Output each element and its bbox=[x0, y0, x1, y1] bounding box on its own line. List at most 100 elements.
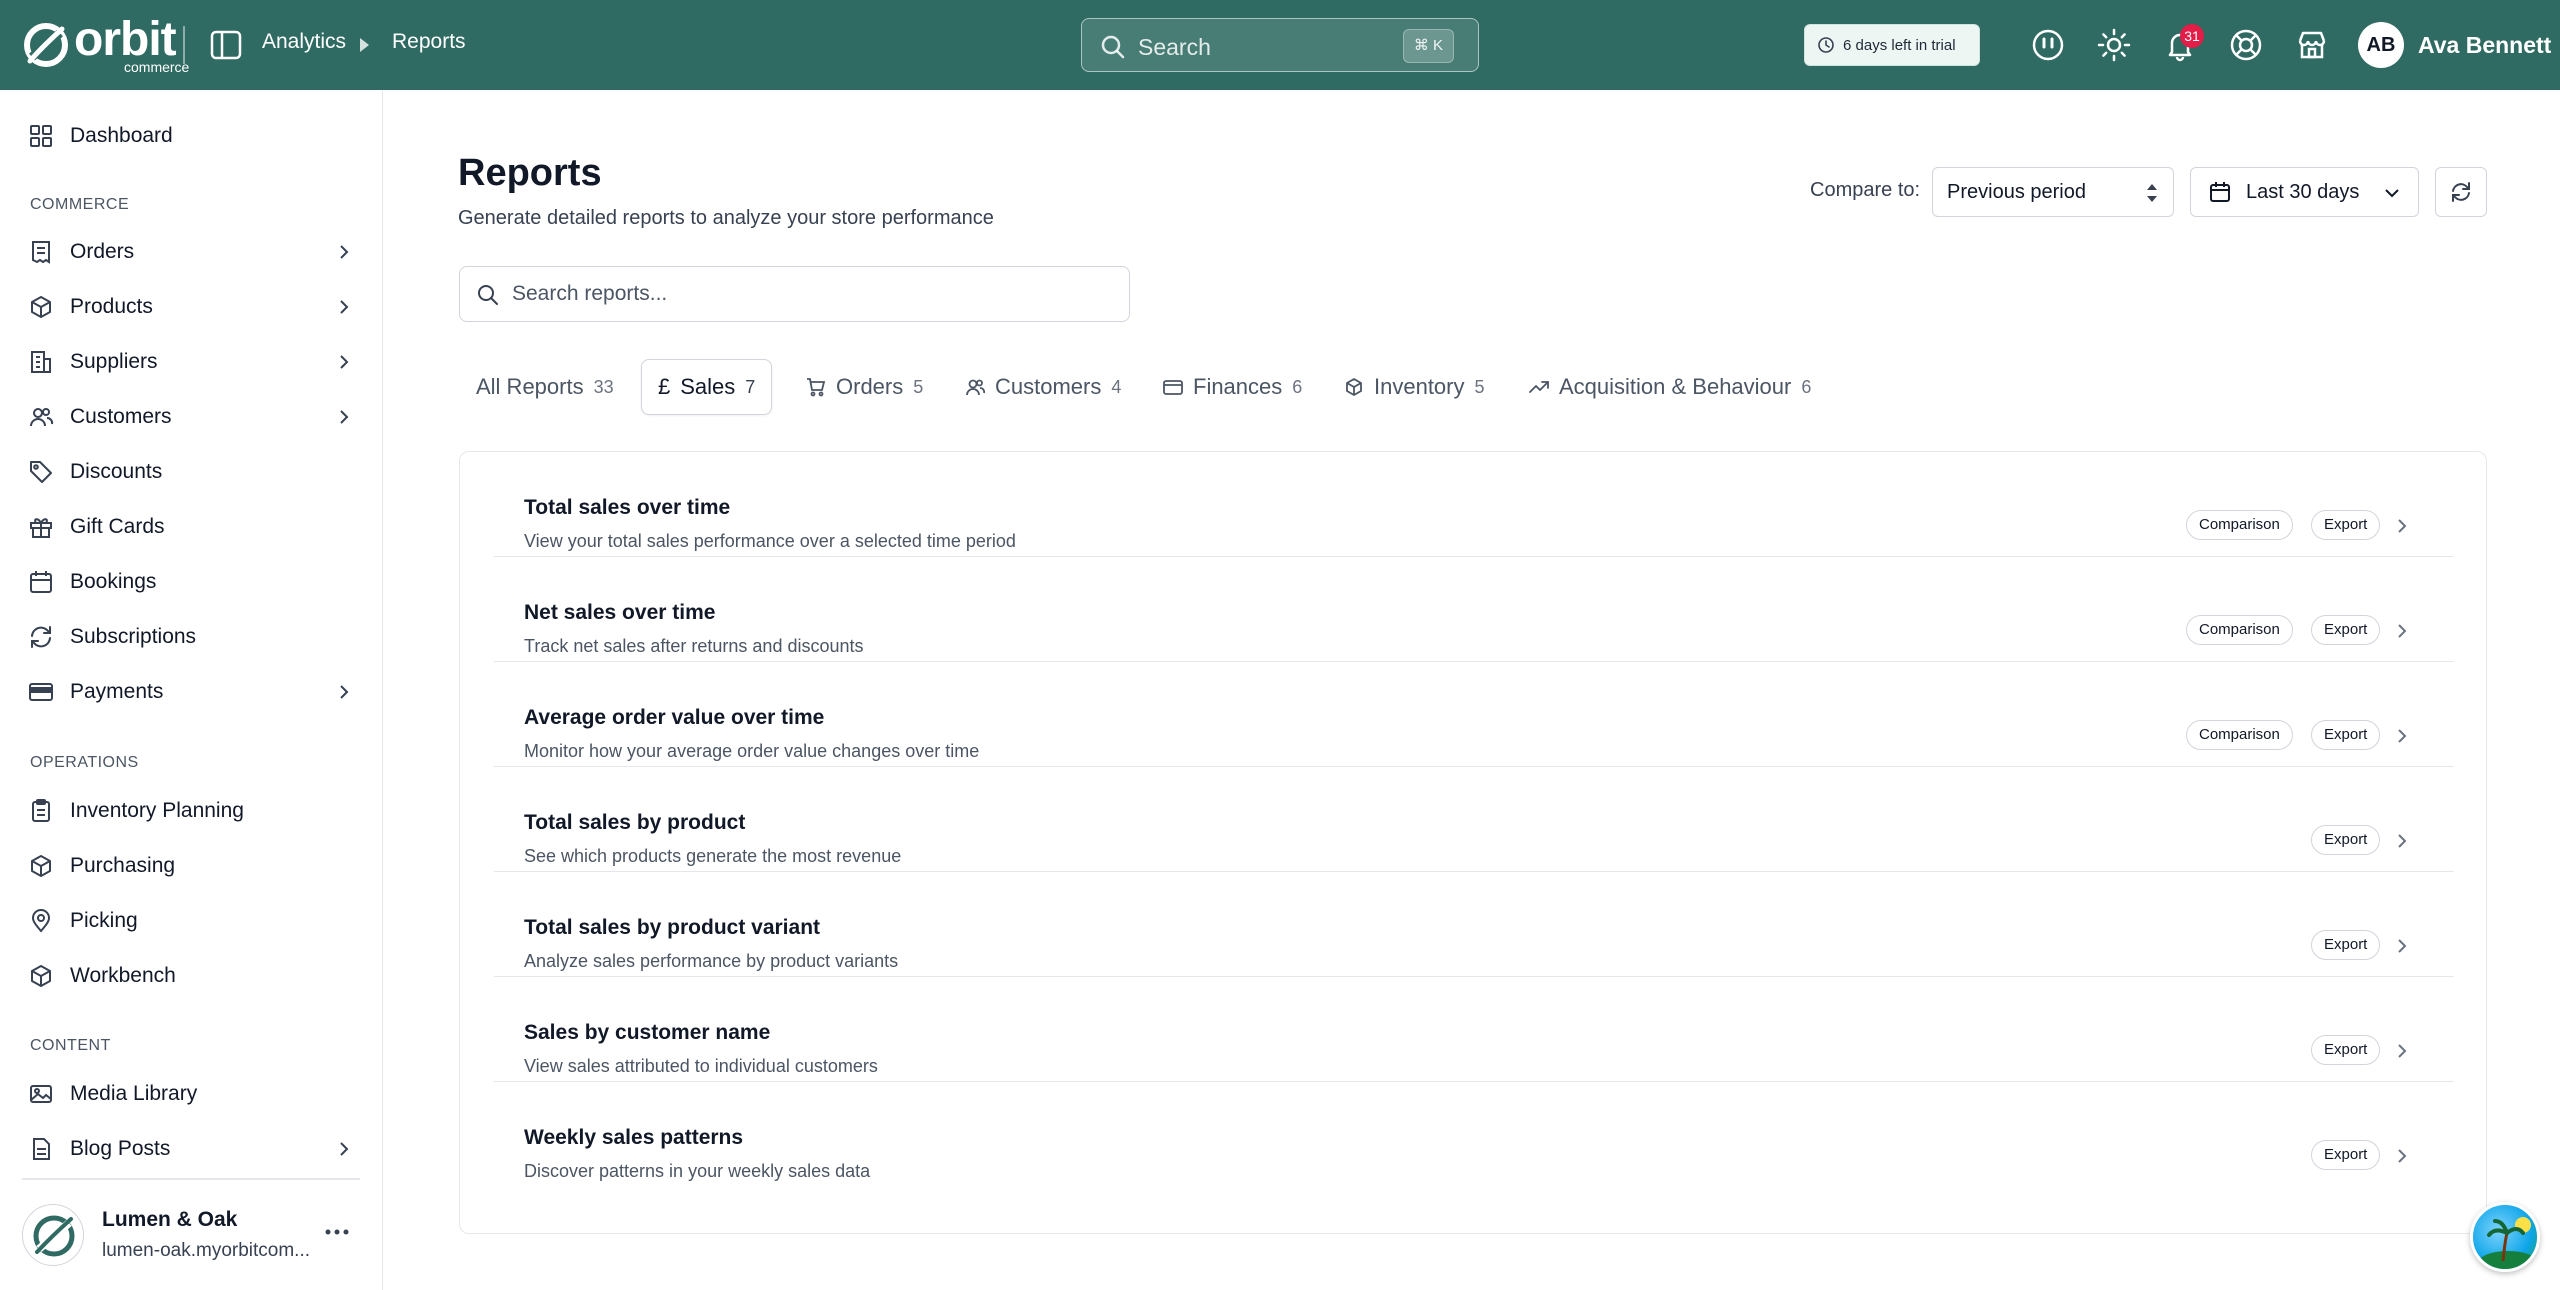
export-badge[interactable]: Export bbox=[2311, 930, 2381, 960]
report-row[interactable]: Net sales over time Track net sales afte… bbox=[494, 557, 2454, 662]
pound-icon: £ bbox=[658, 374, 671, 399]
tab-label: Sales bbox=[680, 374, 736, 399]
sidebar-item-bookings[interactable]: Bookings bbox=[0, 557, 383, 607]
sidebar-item-dashboard[interactable]: Dashboard bbox=[0, 111, 383, 161]
breadcrumb-separator-icon bbox=[360, 38, 369, 52]
tab-label: Acquisition & Behaviour bbox=[1559, 374, 1792, 399]
breadcrumb-analytics[interactable]: Analytics bbox=[262, 30, 346, 54]
tab-customers[interactable]: Customers 4 bbox=[965, 359, 1121, 415]
help-chat-bubble[interactable] bbox=[2470, 1202, 2540, 1272]
tab-label: Customers bbox=[995, 374, 1102, 399]
tab-all-reports[interactable]: All Reports 33 bbox=[476, 359, 614, 415]
sidebar-item-products[interactable]: Products bbox=[0, 282, 383, 332]
date-range-button[interactable]: Last 30 days bbox=[2190, 167, 2419, 217]
export-badge[interactable]: Export bbox=[2311, 1035, 2381, 1065]
dashboard-icon bbox=[30, 125, 52, 147]
sidebar-item-discounts[interactable]: Discounts bbox=[0, 447, 383, 497]
sidebar-item-payments[interactable]: Payments bbox=[0, 667, 383, 717]
sidebar-item-suppliers[interactable]: Suppliers bbox=[0, 337, 383, 387]
date-range-value: Last 30 days bbox=[2246, 181, 2360, 203]
sidebar-item-label: Media Library bbox=[70, 1082, 198, 1105]
clipboard-icon bbox=[32, 799, 50, 822]
export-badge[interactable]: Export bbox=[2311, 720, 2381, 750]
users-icon bbox=[966, 379, 985, 396]
report-search bbox=[459, 266, 1130, 322]
assistant-icon[interactable] bbox=[2031, 28, 2065, 62]
logo-sub: commerce bbox=[124, 59, 190, 75]
tab-acquisition-behaviour[interactable]: Acquisition & Behaviour 6 bbox=[1529, 359, 1811, 415]
tab-sales[interactable]: £ Sales 7 bbox=[641, 359, 773, 415]
report-title: Weekly sales patterns bbox=[524, 1126, 744, 1149]
export-badge[interactable]: Export bbox=[2311, 510, 2381, 540]
document-icon bbox=[33, 1138, 50, 1160]
sidebar-item-label: Payments bbox=[70, 680, 164, 703]
compare-select[interactable]: Previous period bbox=[1932, 167, 2174, 217]
users-icon bbox=[30, 408, 54, 427]
island-icon bbox=[2478, 1217, 2537, 1269]
sidebar-item-media-library[interactable]: Media Library bbox=[0, 1069, 383, 1119]
tab-finances[interactable]: Finances 6 bbox=[1163, 359, 1302, 415]
section-content: CONTENT bbox=[30, 1037, 111, 1054]
report-search-input[interactable] bbox=[512, 277, 1112, 311]
report-title: Total sales by product variant bbox=[524, 916, 821, 939]
select-updown-icon bbox=[2147, 184, 2157, 202]
global-search-input[interactable]: Search ⌘ K bbox=[1081, 18, 1479, 72]
breadcrumb-reports: Reports bbox=[392, 30, 466, 53]
sidebar-item-orders[interactable]: Orders bbox=[0, 227, 383, 277]
report-title: Total sales by product bbox=[524, 811, 746, 834]
help-lifebuoy-icon[interactable] bbox=[2229, 28, 2263, 62]
user-avatar[interactable]: AB bbox=[2358, 22, 2404, 68]
sidebar-item-picking[interactable]: Picking bbox=[0, 896, 383, 946]
refresh-button[interactable] bbox=[2435, 167, 2487, 217]
comparison-badge: Comparison bbox=[2186, 615, 2293, 645]
search-icon bbox=[1101, 35, 1125, 59]
sidebar-item-subscriptions[interactable]: Subscriptions bbox=[0, 612, 383, 662]
report-description: Analyze sales performance by product var… bbox=[524, 951, 899, 971]
sidebar-item-purchasing[interactable]: Purchasing bbox=[0, 841, 383, 891]
storefront-icon[interactable] bbox=[2295, 28, 2329, 62]
tab-label: All Reports bbox=[476, 374, 584, 399]
chevron-right-icon bbox=[2398, 834, 2407, 848]
report-description: See which products generate the most rev… bbox=[524, 846, 902, 866]
export-badge[interactable]: Export bbox=[2311, 825, 2381, 855]
report-row[interactable]: Average order value over time Monitor ho… bbox=[494, 662, 2454, 767]
sidebar-item-workbench[interactable]: Workbench bbox=[0, 951, 383, 1001]
sidebar-item-label: Orders bbox=[70, 240, 135, 263]
chevron-right-icon bbox=[340, 410, 349, 424]
compare-label: Compare to: bbox=[1810, 179, 1921, 201]
sidebar: Dashboard COMMERCE Orders Products Suppl… bbox=[0, 90, 383, 1290]
tab-count: 5 bbox=[913, 376, 924, 397]
more-horizontal-icon[interactable] bbox=[324, 1228, 350, 1236]
tab-inventory[interactable]: Inventory 5 bbox=[1344, 359, 1485, 415]
chevron-right-icon bbox=[2398, 1149, 2407, 1163]
store-logo[interactable] bbox=[22, 1204, 84, 1266]
theme-sun-icon[interactable] bbox=[2097, 28, 2131, 62]
report-row[interactable]: Total sales over time View your total sa… bbox=[494, 452, 2454, 557]
report-row[interactable]: Total sales by product See which product… bbox=[494, 767, 2454, 872]
cart-icon bbox=[807, 378, 826, 397]
sidebar-item-inventory-planning[interactable]: Inventory Planning bbox=[0, 786, 383, 836]
tab-orders[interactable]: Orders 5 bbox=[806, 359, 923, 415]
report-row[interactable]: Weekly sales patterns Discover patterns … bbox=[494, 1082, 2454, 1187]
trial-badge[interactable]: 6 days left in trial bbox=[1804, 24, 1980, 66]
export-badge[interactable]: Export bbox=[2311, 1140, 2381, 1170]
sidebar-toggle-icon[interactable] bbox=[210, 30, 242, 60]
export-badge[interactable]: Export bbox=[2311, 615, 2381, 645]
chevron-right-icon bbox=[340, 1142, 349, 1156]
header-divider bbox=[183, 26, 185, 64]
report-row[interactable]: Sales by customer name View sales attrib… bbox=[494, 977, 2454, 1082]
report-row[interactable]: Total sales by product variant Analyze s… bbox=[494, 872, 2454, 977]
orbit-logo[interactable]: orbit commerce bbox=[22, 16, 190, 75]
sidebar-item-label: Suppliers bbox=[70, 350, 158, 373]
store-logo-icon bbox=[33, 1215, 75, 1257]
refresh-icon bbox=[31, 626, 51, 648]
store-name[interactable]: Lumen & Oak bbox=[102, 1208, 237, 1232]
chevron-right-icon bbox=[340, 355, 349, 369]
sidebar-item-gift-cards[interactable]: Gift Cards bbox=[0, 502, 383, 552]
user-name[interactable]: Ava Bennett bbox=[2418, 32, 2551, 59]
sidebar-item-blog-posts[interactable]: Blog Posts bbox=[0, 1124, 383, 1174]
tab-count: 6 bbox=[1292, 376, 1303, 397]
refresh-icon bbox=[2452, 182, 2470, 202]
section-operations: OPERATIONS bbox=[30, 754, 139, 771]
sidebar-item-customers[interactable]: Customers bbox=[0, 392, 383, 442]
